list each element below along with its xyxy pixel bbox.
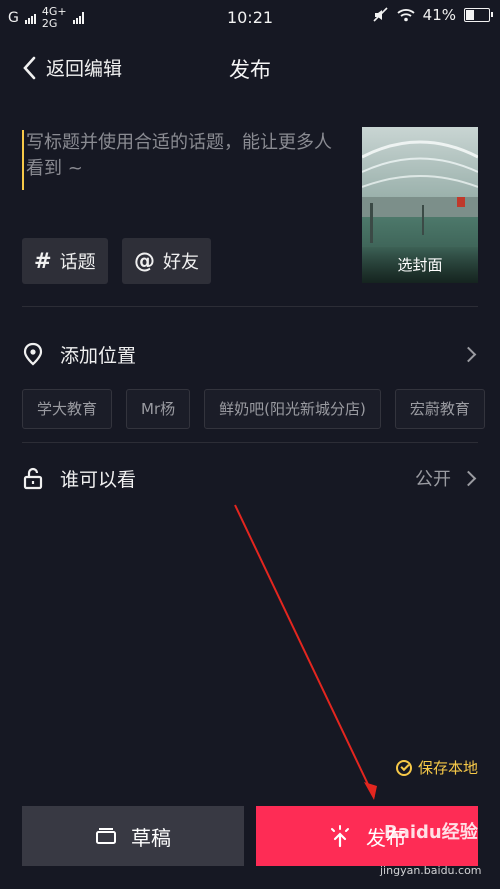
chevron-right-icon [460, 470, 477, 486]
battery-percent: 41% [422, 6, 456, 24]
mute-icon [373, 7, 388, 22]
friend-label: 好友 [163, 252, 199, 273]
back-button[interactable]: 返回编辑 [22, 54, 122, 81]
check-circle-icon [395, 759, 412, 776]
save-local-toggle[interactable]: 保存本地 [395, 757, 478, 778]
visibility-label: 谁可以看 [60, 468, 137, 491]
location-suggestions: 学大教育 Mr杨 鲜奶吧(阳光新城分店) 宏蔚教育 [22, 389, 485, 429]
status-bar: G 4G+ 2G 10:21 41% [0, 0, 500, 36]
cover-selector[interactable]: 选封面 [362, 127, 478, 283]
chevron-right-icon [460, 346, 477, 362]
at-icon: @ [134, 249, 155, 273]
chevron-left-icon [23, 56, 36, 79]
visibility-row[interactable]: 谁可以看 公开 [22, 458, 478, 498]
location-chip[interactable]: 宏蔚教育 [394, 389, 485, 429]
upload-spark-icon [331, 825, 349, 848]
battery-icon [464, 8, 493, 22]
topic-label: 话题 [59, 252, 96, 273]
battery-fill [466, 10, 474, 20]
hashtag-icon: # [34, 249, 52, 273]
topic-button[interactable]: # 话题 [22, 238, 108, 284]
watermark-url: jingyan.baidu.com [380, 864, 482, 877]
caption-input[interactable] [22, 130, 346, 190]
location-chip[interactable]: 鲜奶吧(阳光新城分店) [204, 389, 381, 429]
divider [22, 442, 478, 443]
draft-label: 草稿 [131, 825, 171, 850]
cover-label: 选封面 [362, 247, 478, 283]
location-chip[interactable]: 学大教育 [22, 389, 113, 429]
divider [22, 306, 478, 307]
draft-box-icon [96, 828, 116, 844]
watermark-logo: Baidu经验 [384, 822, 478, 843]
location-pin-icon [23, 342, 43, 366]
add-location-row[interactable]: 添加位置 [22, 334, 478, 374]
add-location-label: 添加位置 [60, 344, 137, 367]
mention-friend-button[interactable]: @ 好友 [122, 238, 211, 284]
status-right: 41% [373, 6, 493, 24]
location-chip[interactable]: Mr杨 [126, 389, 191, 429]
draft-button[interactable]: 草稿 [22, 806, 244, 866]
save-local-label: 保存本地 [417, 759, 478, 777]
back-label: 返回编辑 [46, 58, 123, 80]
wifi-icon [397, 9, 415, 22]
visibility-value: 公开 [415, 469, 451, 490]
unlock-icon [23, 467, 43, 490]
